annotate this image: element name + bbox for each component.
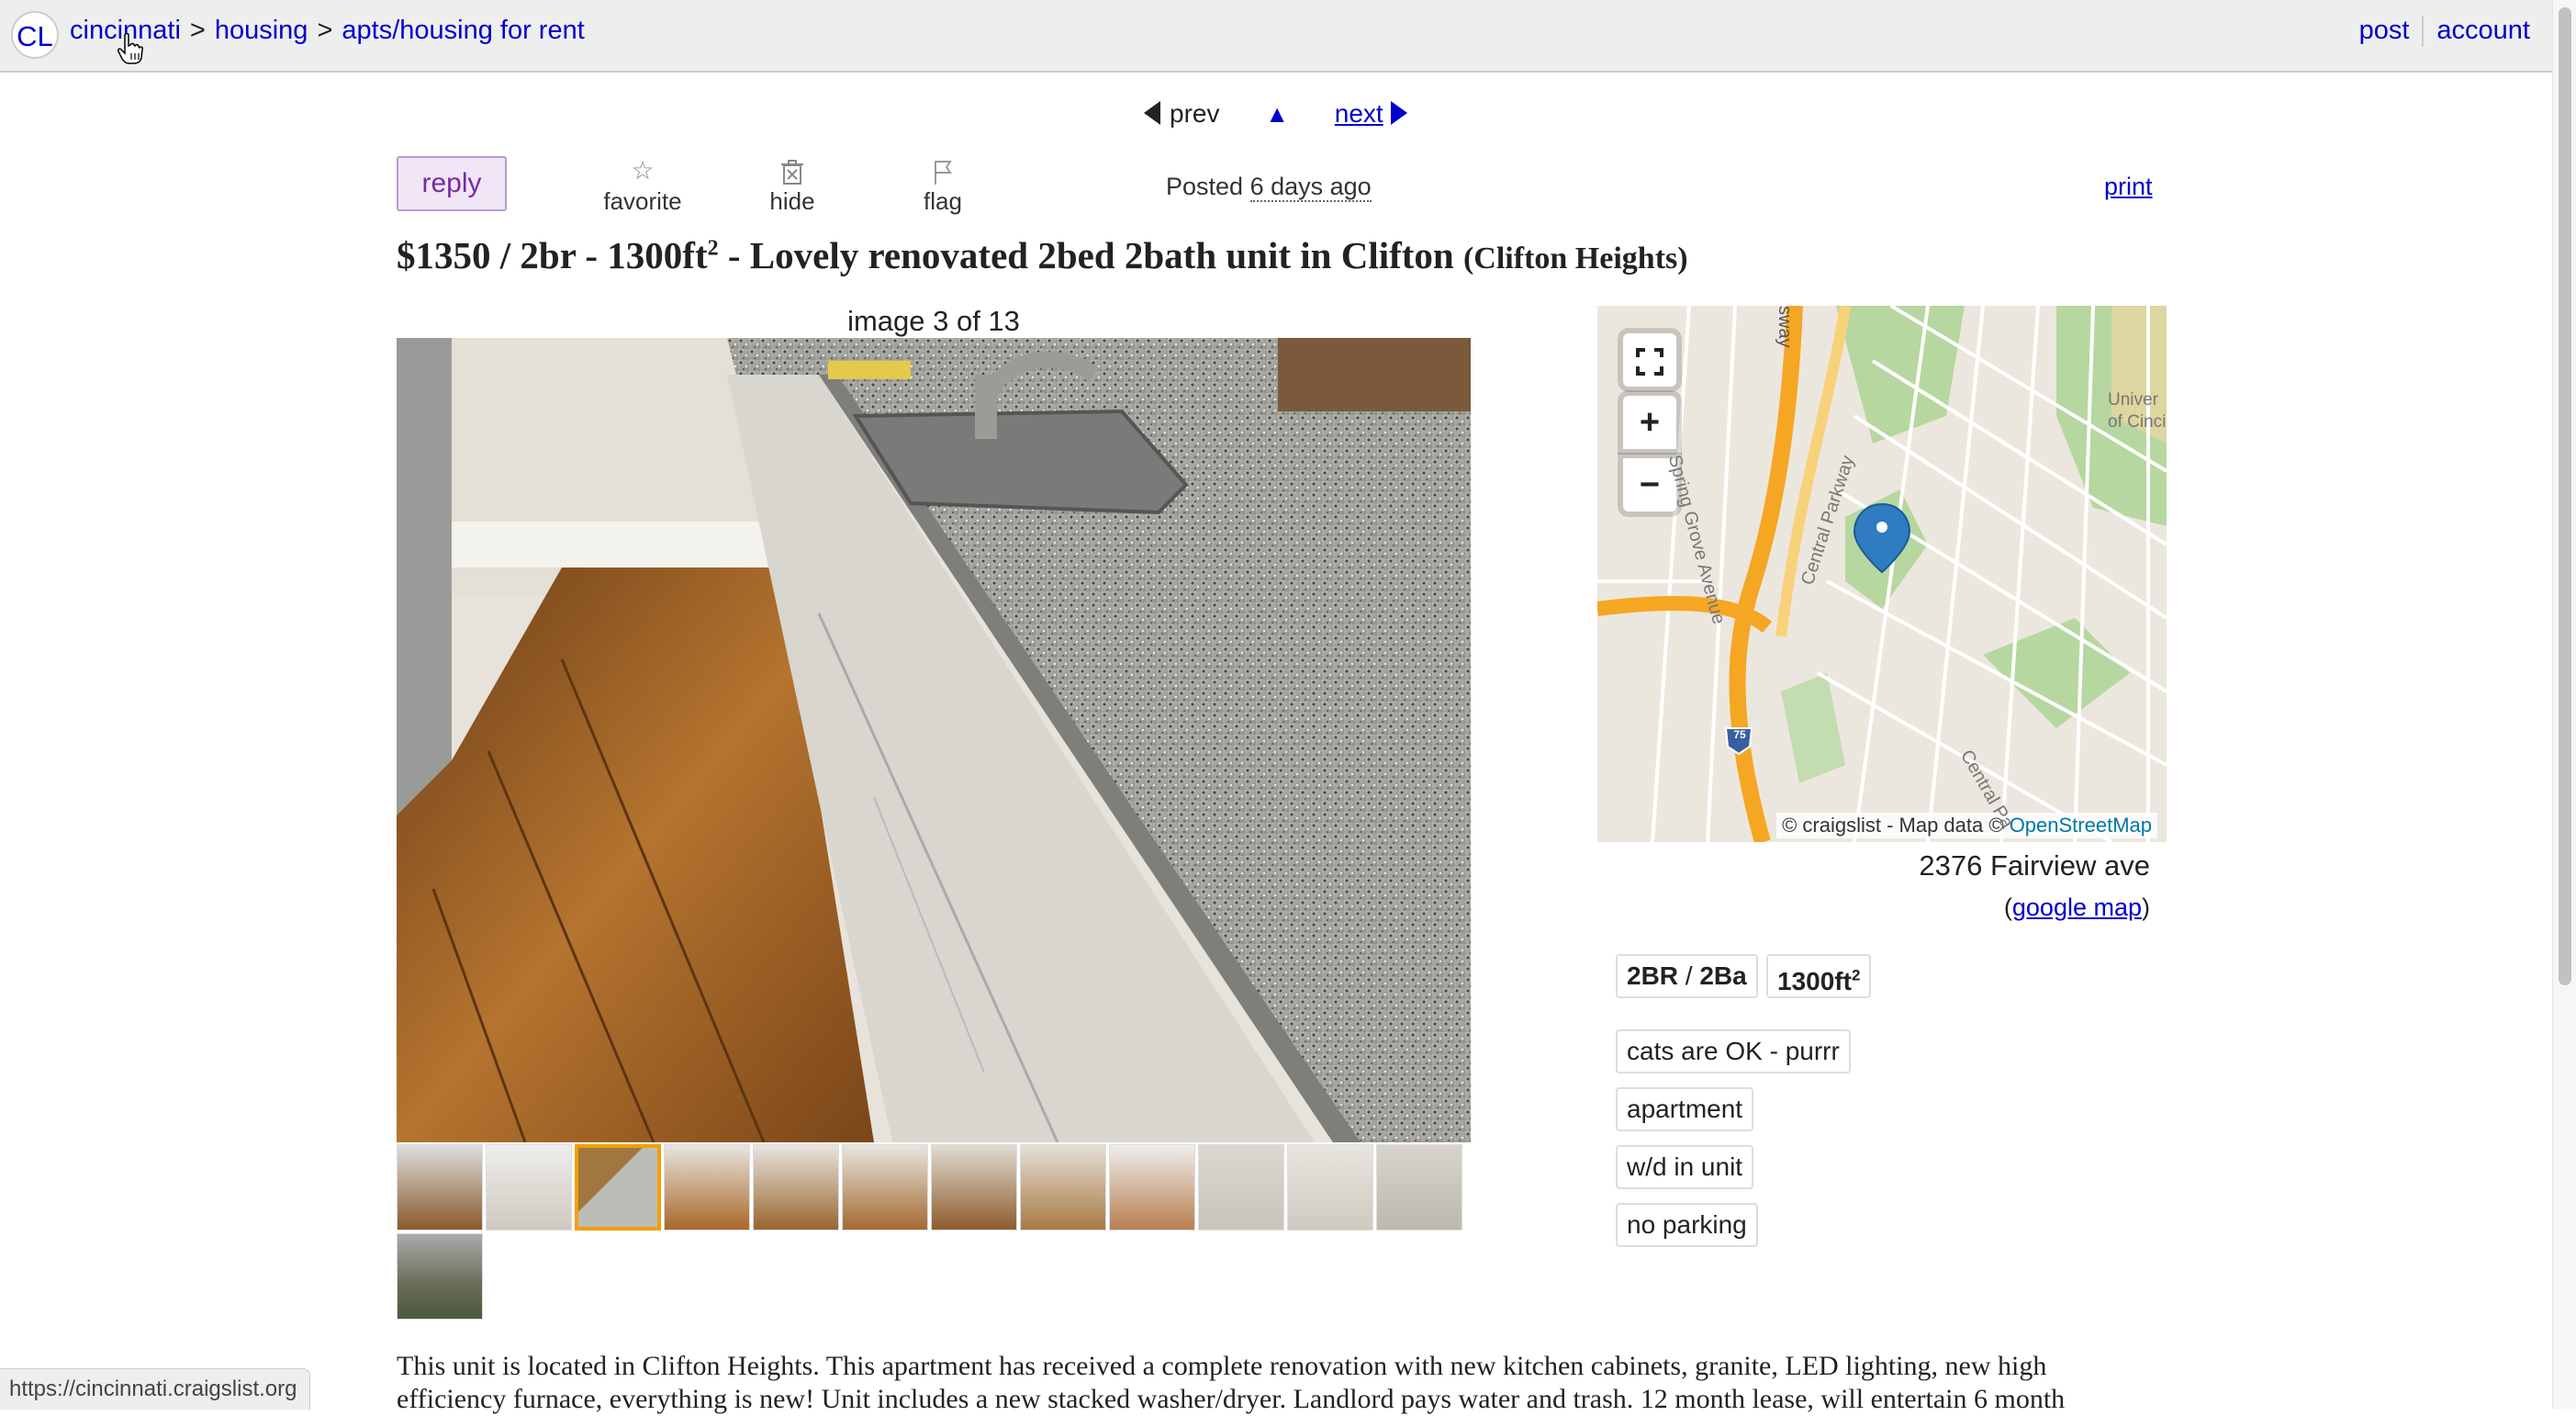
openstreetmap-link[interactable]: OpenStreetMap — [2010, 814, 2152, 837]
neighborhood: (Clifton Heights) — [1462, 242, 1688, 275]
prev-arrow-icon — [1144, 101, 1160, 125]
attr-housing-type: apartment — [1616, 1087, 1754, 1131]
thumbnail-10[interactable] — [1198, 1144, 1284, 1231]
hand-cursor-icon — [118, 33, 143, 64]
attr-parking: no parking — [1616, 1203, 1758, 1247]
breadcrumb-separator: > — [189, 16, 206, 45]
posting-body: This unit is located in Clifton Heights.… — [397, 1351, 2066, 1414]
scrollbar-thumb[interactable] — [2559, 7, 2571, 985]
flag-label: flag — [924, 187, 962, 215]
map-address: 2376 Fairview ave — [1919, 849, 2150, 882]
hide-button[interactable]: hide — [742, 154, 843, 216]
image-counter: image 3 of 13 — [847, 305, 1020, 337]
print-link[interactable]: print — [2104, 173, 2153, 201]
craigslist-logo[interactable]: CL — [11, 11, 59, 59]
prev-link[interactable]: prev — [1144, 99, 1219, 128]
post-link[interactable]: post — [2359, 16, 2410, 45]
status-bar-url: https://cincinnati.craigslist.org — [0, 1368, 311, 1410]
reply-button[interactable]: reply — [397, 156, 507, 211]
thumbnail-8[interactable] — [1020, 1144, 1106, 1231]
zoom-in-button[interactable]: + — [1623, 396, 1676, 449]
top-bar: CL cincinnati > housing > apts/housing for r… — [0, 0, 2552, 73]
next-link[interactable]: next — [1335, 99, 1407, 128]
thumbnail-1[interactable] — [397, 1144, 483, 1231]
fullscreen-button[interactable] — [1623, 333, 1676, 387]
account-link[interactable]: account — [2436, 16, 2530, 45]
posted-date-value: 6 days ago — [1249, 173, 1372, 202]
next-arrow-icon — [1390, 101, 1407, 125]
header-divider — [2422, 16, 2425, 48]
thumbnail-11[interactable] — [1287, 1144, 1373, 1231]
page-scrollbar[interactable] — [2552, 0, 2576, 1409]
location-map[interactable]: + − © craigslist - Map data © OpenStreet… — [1597, 306, 2167, 842]
thumbnail-6[interactable] — [842, 1144, 928, 1231]
thumbnail-9[interactable] — [1109, 1144, 1195, 1231]
main-listing-image[interactable] — [397, 338, 1471, 1142]
thumbnail-7[interactable] — [931, 1144, 1017, 1231]
star-icon: ☆ — [631, 156, 655, 185]
listing-nav: prev ▲ next — [1144, 99, 1407, 129]
bed-bath-attr: 2BR / 2Ba — [1616, 954, 1758, 998]
sqft-attr: 1300ft2 — [1766, 954, 1872, 998]
google-map-link[interactable]: google map — [2012, 893, 2142, 921]
thumbnail-3-selected[interactable] — [575, 1144, 661, 1231]
university-label: of Cinci — [2108, 412, 2167, 432]
attr-laundry: w/d in unit — [1616, 1145, 1754, 1189]
up-link[interactable]: ▲ — [1265, 100, 1289, 128]
header-links: post account — [2359, 16, 2530, 48]
flag-icon — [892, 154, 993, 187]
highway-shield-label: 75 — [1733, 728, 1746, 741]
favorite-button[interactable]: ☆ favorite — [592, 154, 693, 216]
posting-title: $1350 / 2br - 1300ft2 - Lovely renovated… — [397, 234, 1688, 276]
thumbnail-2[interactable] — [486, 1144, 572, 1231]
thumbnail-12[interactable] — [1376, 1144, 1462, 1231]
breadcrumb-separator: > — [317, 16, 333, 45]
posted-date: Posted 6 days ago — [1166, 173, 1372, 202]
attr-pets: cats are OK - purrr — [1616, 1029, 1851, 1073]
map-attribution: © craigslist - Map data © OpenStreetMap — [1776, 813, 2157, 838]
thumbnail-5[interactable] — [753, 1144, 839, 1231]
google-map-line: (google map) — [2003, 893, 2150, 921]
breadcrumb-housing[interactable]: housing — [215, 16, 308, 45]
breadcrumb-apts-housing[interactable]: apts/housing for rent — [342, 16, 584, 45]
breadcrumb: cincinnati > housing > apts/housing for rent — [70, 16, 585, 46]
flag-button[interactable]: flag — [892, 154, 993, 216]
street-label: sway — [1775, 306, 1795, 348]
favorite-label: favorite — [603, 187, 682, 215]
thumbnail-13[interactable] — [397, 1233, 483, 1320]
hide-label: hide — [769, 187, 815, 215]
university-label: Univer — [2108, 390, 2158, 410]
thumbnail-4[interactable] — [664, 1144, 750, 1231]
trash-icon — [742, 154, 843, 187]
